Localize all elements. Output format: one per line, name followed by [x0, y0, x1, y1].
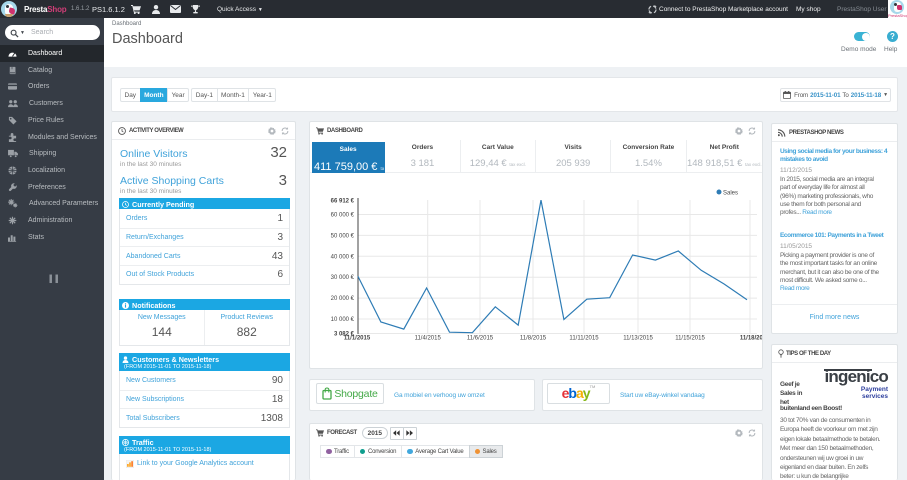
svg-text:30 000 €: 30 000 €	[331, 275, 355, 281]
svg-text:11/18/201: 11/18/201	[740, 336, 762, 342]
svg-text:11/4/2015: 11/4/2015	[415, 336, 442, 342]
svg-text:Sales: Sales	[723, 191, 738, 197]
svg-text:10 000 €: 10 000 €	[331, 317, 355, 323]
svg-text:11/13/2015: 11/13/2015	[623, 336, 653, 342]
svg-text:40 000 €: 40 000 €	[331, 254, 355, 260]
svg-text:20 000 €: 20 000 €	[331, 296, 355, 302]
svg-text:11/15/2015: 11/15/2015	[675, 336, 705, 342]
svg-text:60 000 €: 60 000 €	[331, 213, 355, 219]
svg-text:11/8/2015: 11/8/2015	[520, 336, 547, 342]
svg-text:11/6/2015: 11/6/2015	[467, 336, 494, 342]
svg-text:50 000 €: 50 000 €	[331, 233, 355, 239]
svg-text:11/11/2015: 11/11/2015	[569, 336, 599, 342]
svg-text:66 912 €: 66 912 €	[331, 198, 355, 204]
svg-text:11/1/2015: 11/1/2015	[344, 336, 371, 342]
